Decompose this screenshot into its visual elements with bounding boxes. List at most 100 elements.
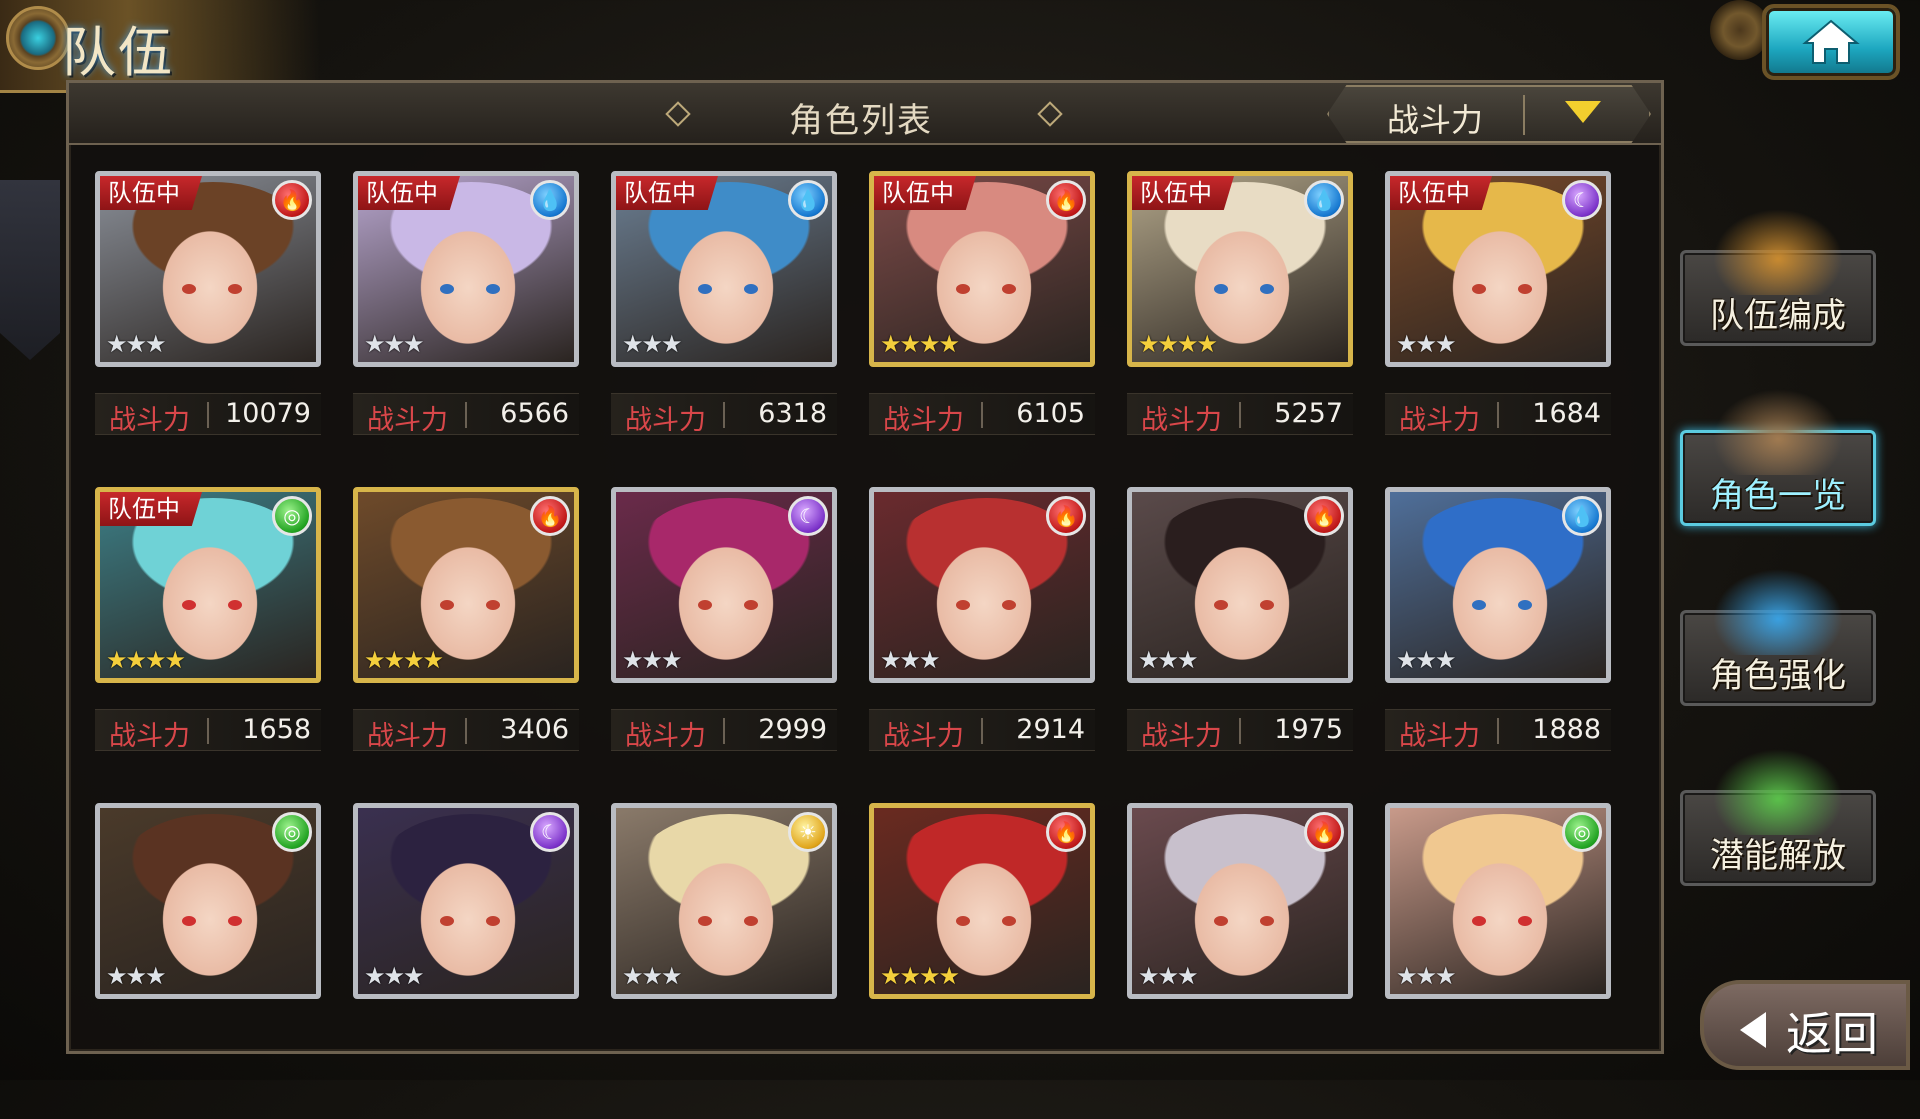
character-card[interactable]: 队伍中 ◎ ★★★★ 战斗力 1658 [95,487,321,803]
sort-dropdown[interactable]: 战斗力 [1327,85,1651,143]
character-eye [1002,600,1016,610]
character-eye [698,916,712,926]
divider [1239,402,1241,428]
character-eye [1214,916,1228,926]
sort-selected-value: 战斗力 [1387,101,1484,139]
in-team-badge: 队伍中 [1390,176,1492,210]
list-header: 角色列表 战斗力 [69,83,1661,145]
fire-element-icon: 🔥 [1046,496,1086,536]
character-card[interactable]: ☾ ★★★ [353,803,579,1119]
menu-art-icon [1708,745,1848,835]
character-face [924,848,1044,978]
menu-art-icon [1708,385,1848,475]
character-face [924,216,1044,346]
character-portrait[interactable]: ☀ ★★★ [611,803,837,999]
character-card[interactable]: 🔥 ★★★ 战斗力 1975 [1127,487,1353,803]
battle-power-label: 战斗力 [1141,721,1222,752]
side-menu-button[interactable]: 潜能解放 [1680,745,1876,886]
character-eye [698,600,712,610]
character-eye [440,600,454,610]
character-portrait[interactable]: 🔥 ★★★ [1127,803,1353,999]
dropdown-arrow-icon[interactable] [1565,101,1601,123]
character-card[interactable]: ◎ ★★★ [95,803,321,1119]
character-card[interactable]: 队伍中 💧 ★★★ 战斗力 6566 [353,171,579,487]
in-team-badge: 队伍中 [100,492,202,526]
character-eye [182,600,196,610]
character-card[interactable]: 🔥 ★★★★ [869,803,1095,1119]
divider [1239,718,1241,744]
character-card[interactable]: 队伍中 💧 ★★★★ 战斗力 5257 [1127,171,1353,487]
character-portrait[interactable]: 队伍中 💧 ★★★ [353,171,579,367]
home-button[interactable] [1762,4,1900,80]
character-eye [440,284,454,294]
rarity-stars: ★★★ [1396,646,1457,674]
battle-power-bar: 战斗力 6318 [611,393,837,436]
character-card[interactable]: 🔥 ★★★ 战斗力 2914 [869,487,1095,803]
side-menu-button[interactable]: 角色一览 [1680,385,1876,526]
character-portrait[interactable]: 队伍中 💧 ★★★ [611,171,837,367]
character-card[interactable]: 队伍中 🔥 ★★★★ 战斗力 6105 [869,171,1095,487]
character-portrait[interactable]: 🔥 ★★★ [869,487,1095,683]
side-menu-button[interactable]: 角色强化 [1680,565,1876,706]
battle-power-bar: 战斗力 6105 [869,393,1095,436]
character-card[interactable]: ☾ ★★★ 战斗力 2999 [611,487,837,803]
character-face [666,848,786,978]
character-portrait[interactable]: ◎ ★★★ [95,803,321,999]
character-portrait[interactable]: ☾ ★★★ [611,487,837,683]
rarity-stars: ★★★ [106,330,167,358]
character-face [150,848,270,978]
character-card[interactable]: 队伍中 🔥 ★★★ 战斗力 10079 [95,171,321,487]
character-portrait[interactable]: 队伍中 ◎ ★★★★ [95,487,321,683]
rarity-stars: ★★★ [364,330,425,358]
in-team-badge: 队伍中 [358,176,460,210]
character-portrait[interactable]: 🔥 ★★★ [1127,487,1353,683]
rarity-stars: ★★★ [106,962,167,990]
light-element-icon: ☀ [788,812,828,852]
rarity-stars: ★★★ [622,646,683,674]
battle-power-value: 1684 [1532,398,1601,429]
character-card[interactable]: 🔥 ★★★★ 战斗力 3406 [353,487,579,803]
character-portrait[interactable]: 🔥 ★★★★ [353,487,579,683]
diamond-ornament-icon [665,101,691,127]
character-card[interactable]: 队伍中 💧 ★★★ 战斗力 6318 [611,171,837,487]
fire-element-icon: 🔥 [1304,496,1344,536]
character-portrait[interactable]: 队伍中 ☾ ★★★ [1385,171,1611,367]
character-portrait[interactable]: 队伍中 💧 ★★★★ [1127,171,1353,367]
menu-art-icon [1708,205,1848,295]
wind-element-icon: ◎ [272,812,312,852]
character-eye [1518,916,1532,926]
character-card[interactable]: 🔥 ★★★ [1127,803,1353,1119]
character-portrait[interactable]: ☾ ★★★ [353,803,579,999]
rarity-stars: ★★★ [364,962,425,990]
character-face [1440,216,1560,346]
character-card[interactable]: ◎ ★★★ [1385,803,1611,1119]
in-team-badge: 队伍中 [874,176,976,210]
character-portrait[interactable]: ◎ ★★★ [1385,803,1611,999]
character-portrait[interactable]: 🔥 ★★★★ [869,803,1095,999]
rarity-stars: ★★★ [1396,962,1457,990]
character-portrait[interactable]: 队伍中 🔥 ★★★★ [869,171,1095,367]
character-eye [486,916,500,926]
side-menu-label: 角色强化 [1710,656,1846,696]
character-portrait[interactable]: 💧 ★★★ [1385,487,1611,683]
fire-element-icon: 🔥 [1046,812,1086,852]
battle-power-bar: 战斗力 2999 [611,709,837,752]
character-card[interactable]: ☀ ★★★ [611,803,837,1119]
side-banner-decoration [0,180,60,360]
rarity-stars: ★★★ [1138,646,1199,674]
character-card[interactable]: 💧 ★★★ 战斗力 1888 [1385,487,1611,803]
battle-power-label: 战斗力 [367,721,448,752]
back-button[interactable]: 返回 [1700,980,1910,1070]
character-card[interactable]: 队伍中 ☾ ★★★ 战斗力 1684 [1385,171,1611,487]
character-eye [956,284,970,294]
character-eye [1214,600,1228,610]
character-face [666,532,786,662]
side-menu-button[interactable]: 队伍编成 [1680,205,1876,346]
divider [981,402,983,428]
character-eye [1260,916,1274,926]
character-eye [440,916,454,926]
character-eye [744,600,758,610]
character-face [1182,848,1302,978]
character-eye [228,284,242,294]
character-portrait[interactable]: 队伍中 🔥 ★★★ [95,171,321,367]
